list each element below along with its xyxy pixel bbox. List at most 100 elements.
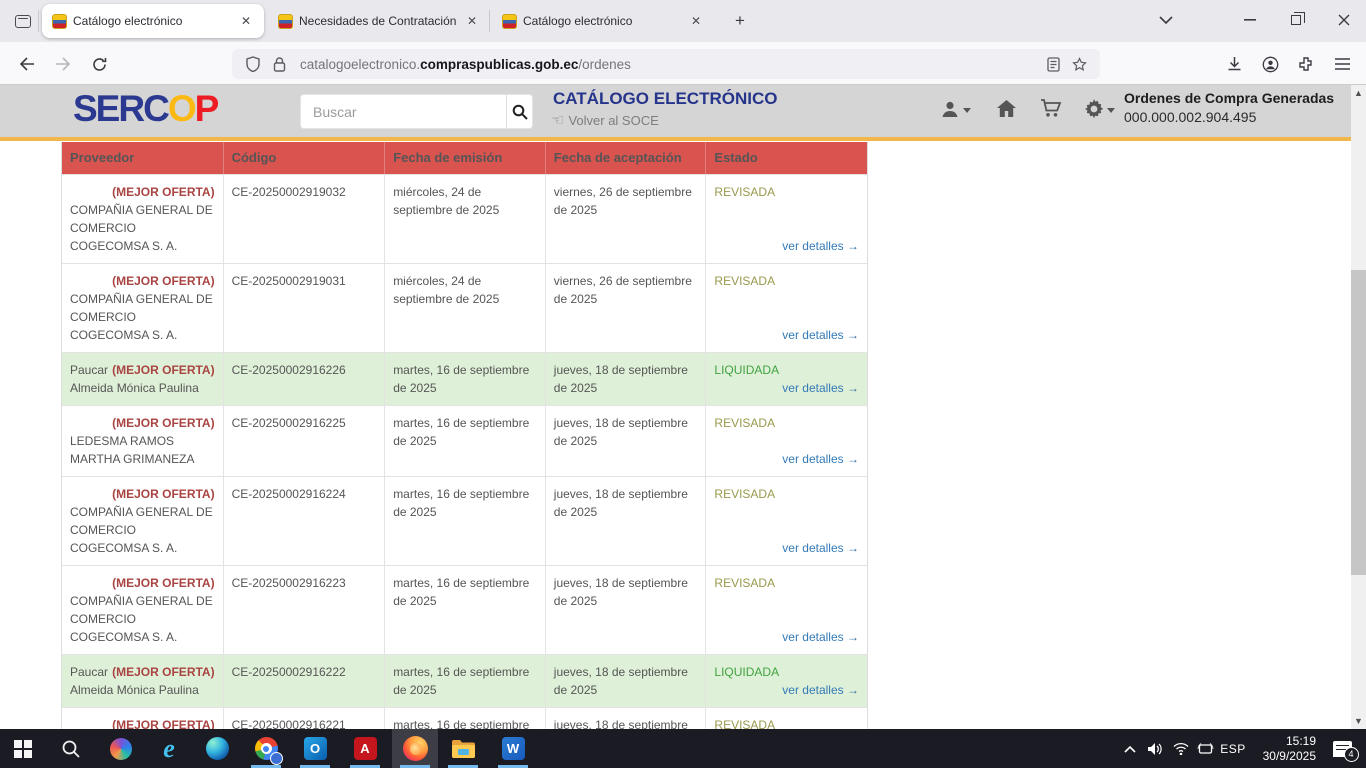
scroll-up-icon[interactable]: ▲	[1351, 85, 1366, 101]
cell-aceptacion: viernes, 26 de septiembre de 2025	[546, 264, 707, 352]
clock[interactable]: 15:19 30/9/2025	[1252, 729, 1316, 768]
shield-icon[interactable]	[240, 51, 266, 77]
col-fecha-aceptacion: Fecha de aceptación	[546, 142, 707, 174]
cell-aceptacion: jueves, 18 de septiembre de 2025	[546, 477, 707, 565]
bookmark-star-icon[interactable]	[1066, 51, 1092, 77]
restore-button[interactable]	[1276, 0, 1316, 40]
url-bar[interactable]: catalogoelectronico.compraspublicas.gob.…	[232, 49, 1100, 79]
ver-detalles-link[interactable]: ver detalles →	[782, 450, 859, 468]
ecuador-favicon	[502, 14, 517, 29]
table-row: (MEJOR OFERTA)COMPAÑIA GENERAL DE COMERC…	[62, 174, 867, 263]
acrobat-icon[interactable]: A	[342, 729, 388, 768]
status-badge: REVISADA	[714, 183, 859, 201]
reader-mode-icon[interactable]	[1040, 51, 1066, 77]
mejor-oferta-badge: (MEJOR OFERTA)	[112, 574, 214, 592]
windows-taskbar: e O A W ESP 15:19 30/9/2025 4	[0, 729, 1366, 768]
search-button[interactable]	[506, 95, 532, 128]
notification-center-icon[interactable]: 4	[1322, 729, 1362, 768]
ver-detalles-link[interactable]: ver detalles →	[782, 326, 859, 344]
arrow-right-icon: →	[847, 328, 859, 342]
internet-explorer-icon[interactable]: e	[146, 729, 192, 768]
downloads-icon[interactable]	[1218, 49, 1250, 79]
vertical-scrollbar[interactable]: ▲ ▼	[1351, 85, 1366, 729]
extensions-icon[interactable]	[1290, 49, 1322, 79]
lock-icon[interactable]	[266, 51, 292, 77]
col-fecha-emision: Fecha de emisión	[385, 142, 546, 174]
home-icon[interactable]	[996, 99, 1017, 118]
edge-icon[interactable]	[194, 729, 240, 768]
tab-title: Catálogo electrónico	[73, 14, 230, 28]
account-icon[interactable]	[1254, 49, 1286, 79]
chrome-icon[interactable]	[243, 729, 289, 768]
sercop-logo[interactable]: SERCOP	[73, 88, 217, 130]
taskbar-search-icon[interactable]	[48, 729, 94, 768]
start-button[interactable]	[0, 729, 46, 768]
tab-close-icon[interactable]: ✕	[686, 11, 706, 31]
cell-emision: martes, 16 de septiembre de 2025	[385, 406, 546, 476]
connect-display-icon[interactable]	[1192, 729, 1218, 768]
arrow-right-icon: →	[847, 381, 859, 395]
cell-proveedor: (MEJOR OFERTA)COMPAÑIA GENERAL DE COMERC…	[62, 264, 224, 352]
back-icon[interactable]	[12, 49, 42, 79]
url-text[interactable]: catalogoelectronico.compraspublicas.gob.…	[300, 57, 1040, 72]
firefox-view-icon[interactable]	[10, 9, 36, 33]
time-text: 15:19	[1286, 734, 1316, 749]
volver-al-soce-link[interactable]: ☜ Volver al SOCE	[551, 111, 659, 129]
user-menu-icon[interactable]	[940, 99, 971, 119]
cell-codigo: CE-20250002916223	[224, 566, 386, 654]
orders-table: Proveedor Código Fecha de emisión Fecha …	[61, 142, 868, 768]
arrow-right-icon: →	[847, 630, 859, 644]
cell-estado: REVISADA ver detalles →	[706, 175, 867, 263]
language-indicator[interactable]: ESP	[1216, 729, 1250, 768]
col-proveedor: Proveedor	[62, 142, 224, 174]
cell-codigo: CE-20250002919031	[224, 264, 386, 352]
tab-close-icon[interactable]: ✕	[236, 11, 256, 31]
list-all-tabs-icon[interactable]	[1148, 0, 1184, 40]
minimize-button[interactable]	[1230, 0, 1270, 40]
cell-emision: miércoles, 24 de septiembre de 2025	[385, 264, 546, 352]
status-badge: LIQUIDADA	[714, 663, 859, 681]
cell-codigo: CE-20250002916225	[224, 406, 386, 476]
cell-estado: REVISADA ver detalles →	[706, 477, 867, 565]
file-explorer-icon[interactable]	[440, 729, 486, 768]
cell-codigo: CE-20250002919032	[224, 175, 386, 263]
browser-window: Catálogo electrónico ✕ Necesidades de Co…	[0, 0, 1366, 768]
word-icon[interactable]: W	[490, 729, 536, 768]
status-badge: REVISADA	[714, 272, 859, 290]
ver-detalles-link[interactable]: ver detalles →	[782, 237, 859, 255]
ver-detalles-link[interactable]: ver detalles →	[782, 681, 859, 699]
cell-aceptacion: viernes, 26 de septiembre de 2025	[546, 175, 707, 263]
forward-icon[interactable]	[48, 49, 78, 79]
cell-proveedor: (MEJOR OFERTA)COMPAÑIA GENERAL DE COMERC…	[62, 175, 224, 263]
cell-codigo: CE-20250002916224	[224, 477, 386, 565]
settings-gear-icon[interactable]	[1084, 99, 1115, 119]
wifi-icon[interactable]	[1168, 729, 1194, 768]
ecuador-favicon	[52, 14, 67, 29]
mejor-oferta-badge: (MEJOR OFERTA)	[112, 183, 214, 201]
mejor-oferta-badge: (MEJOR OFERTA)	[112, 272, 214, 290]
menu-icon[interactable]	[1326, 49, 1358, 79]
scrollbar-thumb[interactable]	[1351, 270, 1366, 575]
scroll-down-icon[interactable]: ▼	[1351, 713, 1366, 729]
site-search	[300, 94, 533, 129]
tab-necesidades[interactable]: Necesidades de Contratación y ✕	[268, 4, 490, 38]
search-input[interactable]	[301, 95, 506, 128]
volume-icon[interactable]	[1142, 729, 1168, 768]
tray-chevron-icon[interactable]	[1116, 729, 1144, 768]
ver-detalles-link[interactable]: ver detalles →	[782, 539, 859, 557]
outlook-icon[interactable]: O	[292, 729, 338, 768]
tab-close-icon[interactable]: ✕	[462, 11, 482, 31]
ver-detalles-link[interactable]: ver detalles →	[782, 379, 859, 397]
ver-detalles-link[interactable]: ver detalles →	[782, 628, 859, 646]
reload-icon[interactable]	[84, 49, 114, 79]
mejor-oferta-badge: (MEJOR OFERTA)	[112, 485, 214, 503]
tab-catalogo-1[interactable]: Catálogo electrónico ✕	[42, 4, 264, 38]
table-row: (MEJOR OFERTA)COMPAÑIA GENERAL DE COMERC…	[62, 565, 867, 654]
tab-catalogo-2[interactable]: Catálogo electrónico ✕	[492, 4, 714, 38]
ecuador-favicon	[278, 14, 293, 29]
cart-icon[interactable]	[1040, 99, 1062, 118]
firefox-icon[interactable]	[392, 729, 438, 768]
new-tab-button[interactable]: +	[726, 8, 754, 34]
copilot-icon[interactable]	[98, 729, 144, 768]
close-button[interactable]	[1322, 0, 1366, 40]
